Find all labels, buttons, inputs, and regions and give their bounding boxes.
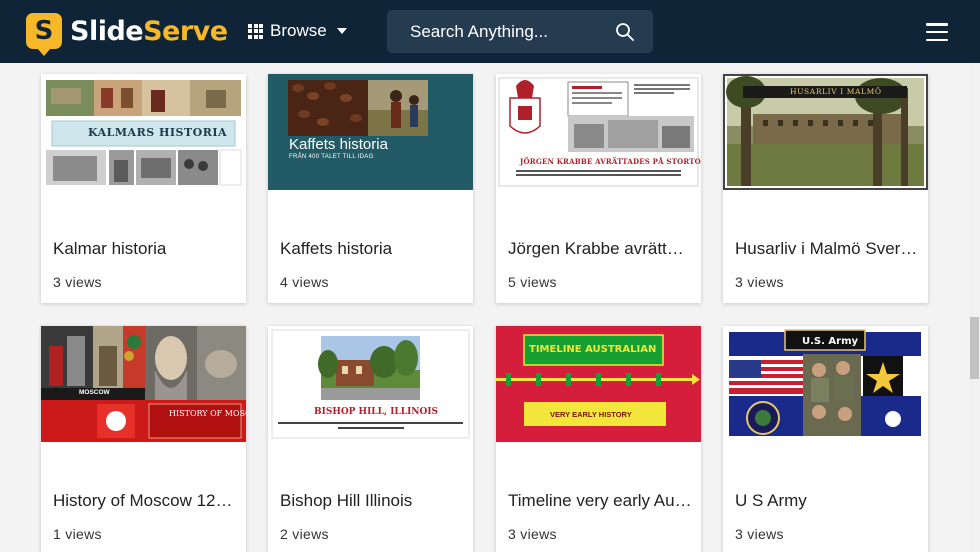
view-count: 3 views — [508, 526, 557, 542]
thumbnail-title: JÖRGEN KRABBE AVRÄTTADES PÅ STORTORGET — [520, 157, 701, 166]
presentation-title[interactable]: Kaffets historia — [280, 239, 465, 259]
thumbnail-title: BISHOP HILL, ILLINOIS — [314, 407, 439, 417]
thumbnail-subtitle: VERY EARLY HISTORY — [550, 410, 632, 419]
top-nav-bar: S SlideServe Browse — [0, 0, 980, 63]
thumbnail-subtitle: FRÅN 400 TALET TILL IDAG — [289, 154, 374, 160]
presentation-title[interactable]: Jörgen Krabbe avrättades på stortorget — [508, 239, 693, 259]
browse-menu-button[interactable]: Browse — [248, 19, 347, 43]
thumbnail-subtitle: HISTORY OF MOSCOW — [169, 409, 246, 418]
logo-text: SlideServe — [70, 16, 228, 47]
logo-text-slide: Slide — [70, 15, 144, 47]
presentation-title[interactable]: U S Army — [735, 491, 920, 511]
presentation-thumbnail[interactable]: TIMELINE AUSTRALIAN VERY EARLY HISTORY — [496, 326, 701, 442]
presentation-card[interactable]: HUSARLIV I MALMÖ Husarliv i Malmö Sverig… — [723, 74, 928, 303]
view-count: 3 views — [735, 274, 784, 290]
presentation-card[interactable]: TIMELINE AUSTRALIAN VERY EARLY HISTORY T… — [496, 326, 701, 552]
page-scrollbar[interactable] — [969, 63, 980, 552]
presentation-title[interactable]: Husarliv i Malmö Sverige — [735, 239, 920, 259]
logo-text-serve: Serve — [143, 15, 228, 47]
presentation-thumbnail[interactable]: HUSARLIV I MALMÖ — [723, 74, 928, 190]
presentation-card[interactable]: MOSCOW HISTORY OF MOSCOW History of Mosc… — [41, 326, 246, 552]
presentation-thumbnail[interactable]: JÖRGEN KRABBE AVRÄTTADES PÅ STORTORGET — [496, 74, 701, 190]
presentation-thumbnail[interactable]: BISHOP HILL, ILLINOIS — [268, 326, 473, 442]
thumbnail-title: KALMARS HISTORIA — [88, 126, 228, 139]
presentation-title[interactable]: Bishop Hill Illinois — [280, 491, 465, 511]
presentation-thumbnail[interactable]: U.S. Army — [723, 326, 928, 442]
logo-badge-letter: S — [34, 16, 54, 46]
thumbnail-title: Kaffets historia — [289, 136, 388, 153]
search-input[interactable] — [387, 21, 607, 42]
presentation-card[interactable]: BISHOP HILL, ILLINOIS Bishop Hill Illino… — [268, 326, 473, 552]
hamburger-menu-icon[interactable] — [926, 23, 948, 41]
logo-badge-icon: S — [26, 13, 62, 56]
browse-label: Browse — [270, 21, 327, 40]
caret-down-icon — [336, 28, 347, 34]
scrollbar-thumb[interactable] — [970, 317, 979, 379]
thumbnail-title: HUSARLIV I MALMÖ — [790, 87, 882, 96]
search-box — [387, 10, 653, 53]
presentation-title[interactable]: Kalmar historia — [53, 239, 238, 259]
view-count: 1 views — [53, 526, 102, 542]
view-count: 4 views — [280, 274, 329, 290]
view-count: 3 views — [735, 526, 784, 542]
presentation-thumbnail[interactable]: Kaffets historia FRÅN 400 TALET TILL IDA… — [268, 74, 473, 190]
presentation-title[interactable]: Timeline very early Australian history — [508, 491, 693, 511]
presentation-thumbnail[interactable]: KALMARS HISTORIA — [41, 74, 246, 190]
presentation-card[interactable]: U.S. Army U S Army 3 views — [723, 326, 928, 552]
search-icon[interactable] — [615, 22, 635, 42]
grid-icon — [248, 23, 263, 39]
view-count: 5 views — [508, 274, 557, 290]
thumbnail-title: MOSCOW — [79, 389, 110, 396]
slideserve-logo[interactable]: S SlideServe — [26, 10, 228, 56]
view-count: 2 views — [280, 526, 329, 542]
thumbnail-title: TIMELINE AUSTRALIAN — [529, 344, 657, 355]
presentation-card[interactable]: Kaffets historia FRÅN 400 TALET TILL IDA… — [268, 74, 473, 303]
presentation-card[interactable]: KALMARS HISTORIA Kalmar historia 3 views — [41, 74, 246, 303]
presentation-card[interactable]: JÖRGEN KRABBE AVRÄTTADES PÅ STORTORGET J… — [496, 74, 701, 303]
thumbnail-title: U.S. Army — [802, 336, 859, 347]
presentation-thumbnail[interactable]: MOSCOW HISTORY OF MOSCOW — [41, 326, 246, 442]
presentation-title[interactable]: History of Moscow 1200-1920 — [53, 491, 238, 511]
view-count: 3 views — [53, 274, 102, 290]
